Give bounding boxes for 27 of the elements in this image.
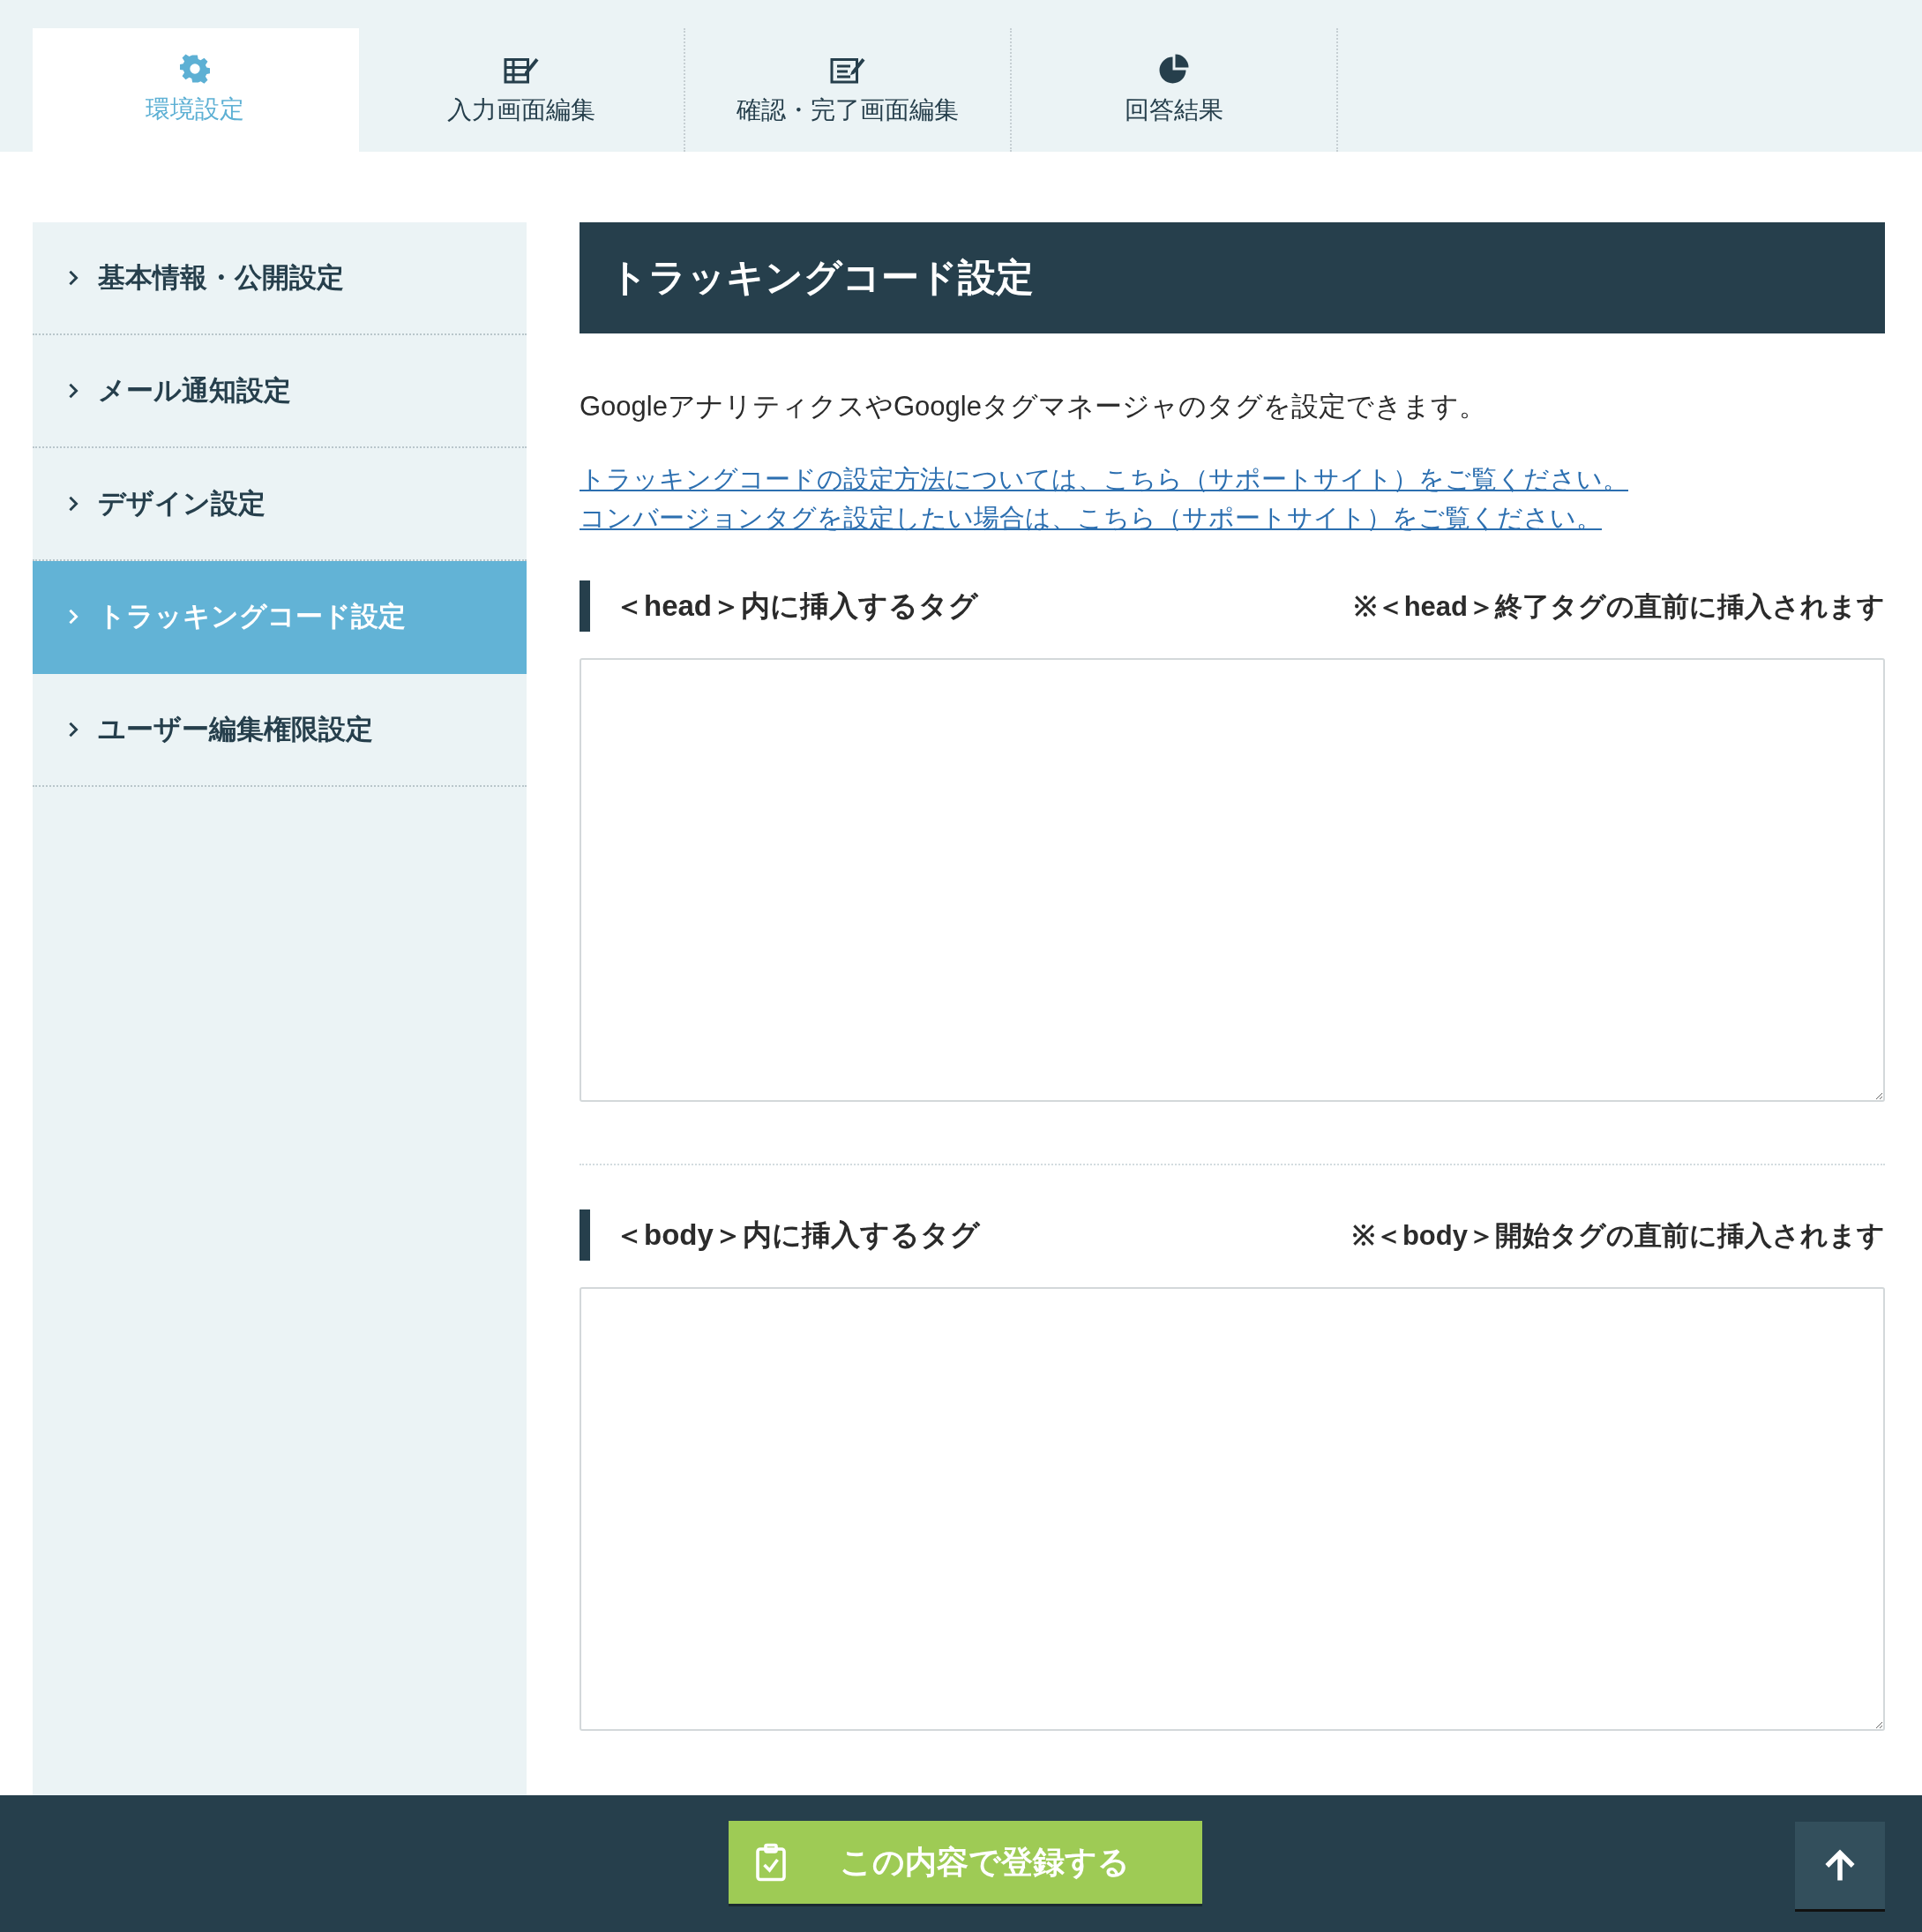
input-field[interactable] — [580, 1287, 1885, 1731]
field-note: ※＜head＞終了タグの直前に挿入されます — [1353, 590, 1885, 624]
tab[interactable]: 回答結果 — [1012, 28, 1338, 152]
sidebar-item[interactable]: メール通知設定 — [33, 335, 527, 448]
accent-bar — [580, 580, 590, 632]
sidebar-item[interactable]: ユーザー編集権限設定 — [33, 674, 527, 787]
chevron-icon — [68, 721, 79, 738]
section-title: トラッキングコード設定 — [580, 222, 1885, 333]
support-link[interactable]: トラッキングコードの設定方法については、こちら（サポートサイト）をご覧ください。 — [580, 462, 1628, 498]
field-label: ＜body＞内に挿入するタグ — [615, 1217, 980, 1253]
chevron-icon — [68, 608, 79, 625]
tab[interactable]: 確認・完了画面編集 — [685, 28, 1012, 152]
chevron-icon — [68, 382, 79, 400]
tab[interactable]: 入力画面編集 — [359, 28, 685, 152]
field-label: ＜head＞内に挿入するタグ — [615, 588, 979, 624]
field-note: ※＜body＞開始タグの直前に挿入されます — [1351, 1219, 1885, 1253]
pie-chart-icon — [1158, 53, 1190, 85]
chevron-icon — [68, 495, 79, 513]
chevron-icon — [68, 269, 79, 287]
support-link[interactable]: コンバージョンタグを設定したい場合は、こちら（サポートサイト）をご覧ください。 — [580, 501, 1602, 536]
sidebar-item[interactable]: 基本情報・公開設定 — [33, 222, 527, 335]
clipboard-check-icon — [755, 1842, 787, 1883]
input-field[interactable] — [580, 658, 1885, 1102]
gear-icon — [180, 54, 210, 84]
description-text: GoogleアナリティクスやGoogleタグマネージャのタグを設定できます。 — [580, 390, 1487, 423]
scroll-top-button[interactable] — [1795, 1822, 1885, 1912]
accent-bar — [580, 1209, 590, 1261]
